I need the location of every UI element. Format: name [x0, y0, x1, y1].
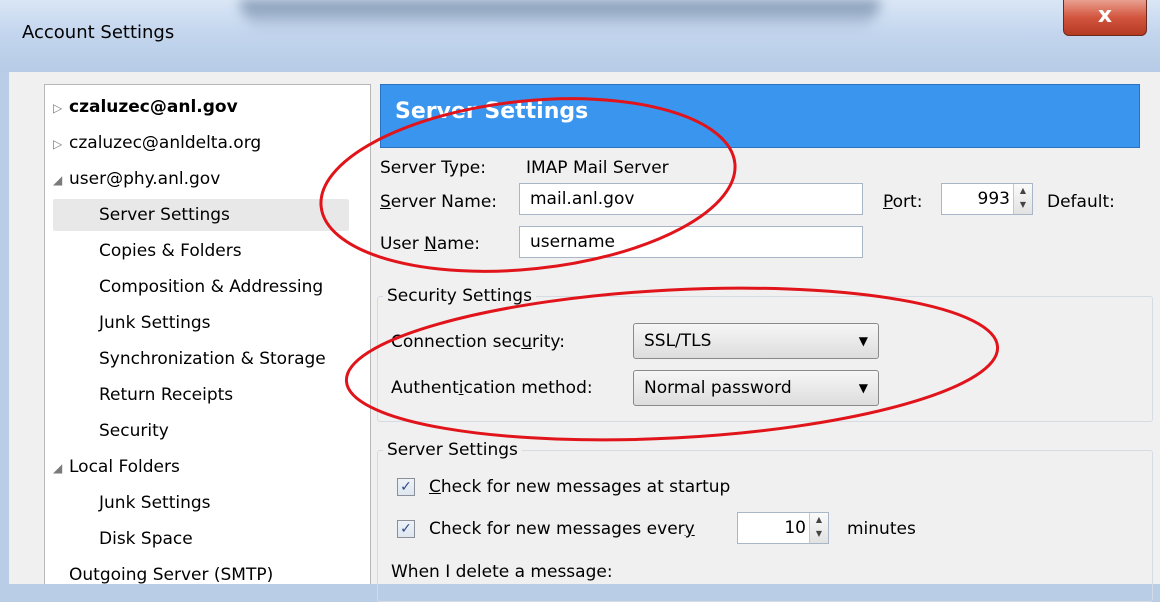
tree-item-disk-space[interactable]: Disk Space [99, 523, 193, 555]
authentication-method-select[interactable]: Normal password ▼ [633, 370, 879, 406]
check-every-pre: Check for new messages ever [429, 519, 685, 539]
close-icon: x [1097, 3, 1113, 28]
panel-header-title: Server Settings [395, 99, 589, 124]
tree-item-server-settings[interactable]: Server Settings [53, 199, 349, 231]
collapse-arrow-icon[interactable]: ◢ [53, 164, 69, 196]
tree-item-label: czaluzec@anldelta.org [69, 133, 262, 153]
check-startup-text: heck for new messages at startup [440, 477, 731, 497]
tree-item-local-junk-settings[interactable]: Junk Settings [99, 487, 211, 519]
check-every-label[interactable]: Check for new messages every [429, 513, 695, 545]
check-startup-checkbox[interactable]: ✓ [397, 478, 415, 496]
accesskey-p: P [883, 192, 893, 212]
tree-item-security[interactable]: Security [99, 415, 169, 447]
minutes-label: minutes [847, 519, 916, 539]
auth-label-rest: cation method: [463, 378, 593, 398]
user-name-input[interactable]: username [519, 226, 863, 258]
checkmark-icon: ✓ [400, 479, 412, 495]
tree-item-label: czaluzec@anl.gov [69, 97, 238, 117]
conn-label-pre: Connection sec [391, 332, 522, 352]
security-settings-legend: Security Settings [383, 280, 536, 312]
account-tree: ▷ czaluzec@anl.gov ▷ czaluzec@anldelta.org… [44, 84, 371, 585]
authentication-method-label: Authentication method: [391, 372, 593, 404]
spinner-arrows-icon[interactable]: ▲ ▼ [1013, 184, 1032, 214]
accesskey-n: N [424, 234, 437, 254]
close-button[interactable]: x [1063, 0, 1147, 36]
tree-item-label: user@phy.anl.gov [69, 169, 221, 189]
tree-item-account-3[interactable]: ◢ user@phy.anl.gov [53, 163, 220, 195]
accesskey-s: S [380, 192, 391, 212]
caret-down-icon: ▼ [858, 334, 868, 348]
accesskey-c: C [429, 477, 441, 497]
tree-item-label: Junk Settings [99, 313, 211, 333]
tree-item-label: Synchronization & Storage [99, 349, 326, 369]
title-bar: Account Settings x [0, 0, 1160, 72]
tree-item-local-folders[interactable]: ◢ Local Folders [53, 451, 180, 483]
expand-arrow-icon[interactable]: ▷ [53, 92, 69, 124]
tree-item-label: Composition & Addressing [99, 277, 324, 297]
caret-down-icon: ▼ [858, 381, 868, 395]
tree-item-label: Return Receipts [99, 385, 234, 405]
connection-security-select[interactable]: SSL/TLS ▼ [633, 323, 879, 359]
authentication-method-value: Normal password [644, 378, 792, 398]
tree-item-label: Local Folders [69, 457, 180, 477]
auth-label-pre: Authent [391, 378, 459, 398]
port-label: Port: [883, 186, 922, 218]
dialog-client: ▷ czaluzec@anl.gov ▷ czaluzec@anldelta.org… [9, 72, 1160, 602]
tree-item-label: Junk Settings [99, 493, 211, 513]
expand-arrow-icon[interactable]: ▷ [53, 128, 69, 160]
tree-item-composition[interactable]: Composition & Addressing [99, 271, 323, 303]
server-type-label: Server Type: [380, 158, 486, 178]
collapse-arrow-icon[interactable]: ◢ [53, 452, 69, 484]
delete-message-label: When I delete a message: [391, 562, 613, 582]
tree-item-label: Disk Space [99, 529, 193, 549]
panel-header: Server Settings [380, 84, 1140, 148]
connection-security-value: SSL/TLS [644, 331, 712, 351]
accesskey-u: u [521, 332, 533, 352]
conn-label-rest: rity: [532, 332, 565, 352]
tree-item-return-receipts[interactable]: Return Receipts [99, 379, 233, 411]
connection-security-label: Connection security: [391, 326, 565, 358]
user-name-label-pre: User [380, 234, 425, 254]
tree-item-label: Server Settings [99, 205, 230, 225]
tree-item-label: Security [99, 421, 169, 441]
spinner-arrows-icon[interactable]: ▲ ▼ [809, 513, 828, 543]
check-startup-label[interactable]: Check for new messages at startup [429, 471, 730, 503]
port-spinner[interactable]: 993 ▲ ▼ [941, 183, 1033, 215]
check-interval-spinner[interactable]: 10 ▲ ▼ [737, 512, 829, 544]
tree-item-synchronization[interactable]: Synchronization & Storage [99, 343, 326, 375]
checkmark-icon: ✓ [400, 521, 412, 537]
server-name-input[interactable]: mail.anl.gov [519, 183, 863, 215]
server-name-label: Server Name: [380, 186, 497, 218]
tree-item-copies-folders[interactable]: Copies & Folders [99, 235, 242, 267]
check-interval-value: 10 [784, 518, 806, 538]
tree-item-junk-settings[interactable]: Junk Settings [99, 307, 211, 339]
server-type-value: IMAP Mail Server [526, 158, 669, 178]
window-title: Account Settings [22, 22, 175, 43]
server-name-label-text: erver Name: [390, 192, 498, 212]
port-value: 993 [977, 189, 1010, 209]
user-name-label-rest: ame: [436, 234, 481, 254]
tree-item-label: Copies & Folders [99, 241, 242, 261]
check-every-checkbox[interactable]: ✓ [397, 520, 415, 538]
server-settings-legend: Server Settings [383, 434, 522, 466]
accesskey-y: y [684, 519, 695, 539]
port-label-text: ort: [892, 192, 923, 212]
tree-item-label: Outgoing Server (SMTP) [69, 565, 274, 585]
title-bar-glass [240, 0, 880, 30]
user-name-label: User Name: [380, 228, 480, 260]
default-port-label: Default: [1047, 192, 1115, 212]
tree-item-account-2[interactable]: ▷ czaluzec@anldelta.org [53, 127, 261, 159]
tree-item-account-1[interactable]: ▷ czaluzec@anl.gov [53, 91, 238, 123]
settings-panel: Server Settings Server Type: IMAP Mail S… [371, 72, 1160, 602]
tree-item-outgoing-server[interactable]: Outgoing Server (SMTP) [69, 559, 273, 591]
